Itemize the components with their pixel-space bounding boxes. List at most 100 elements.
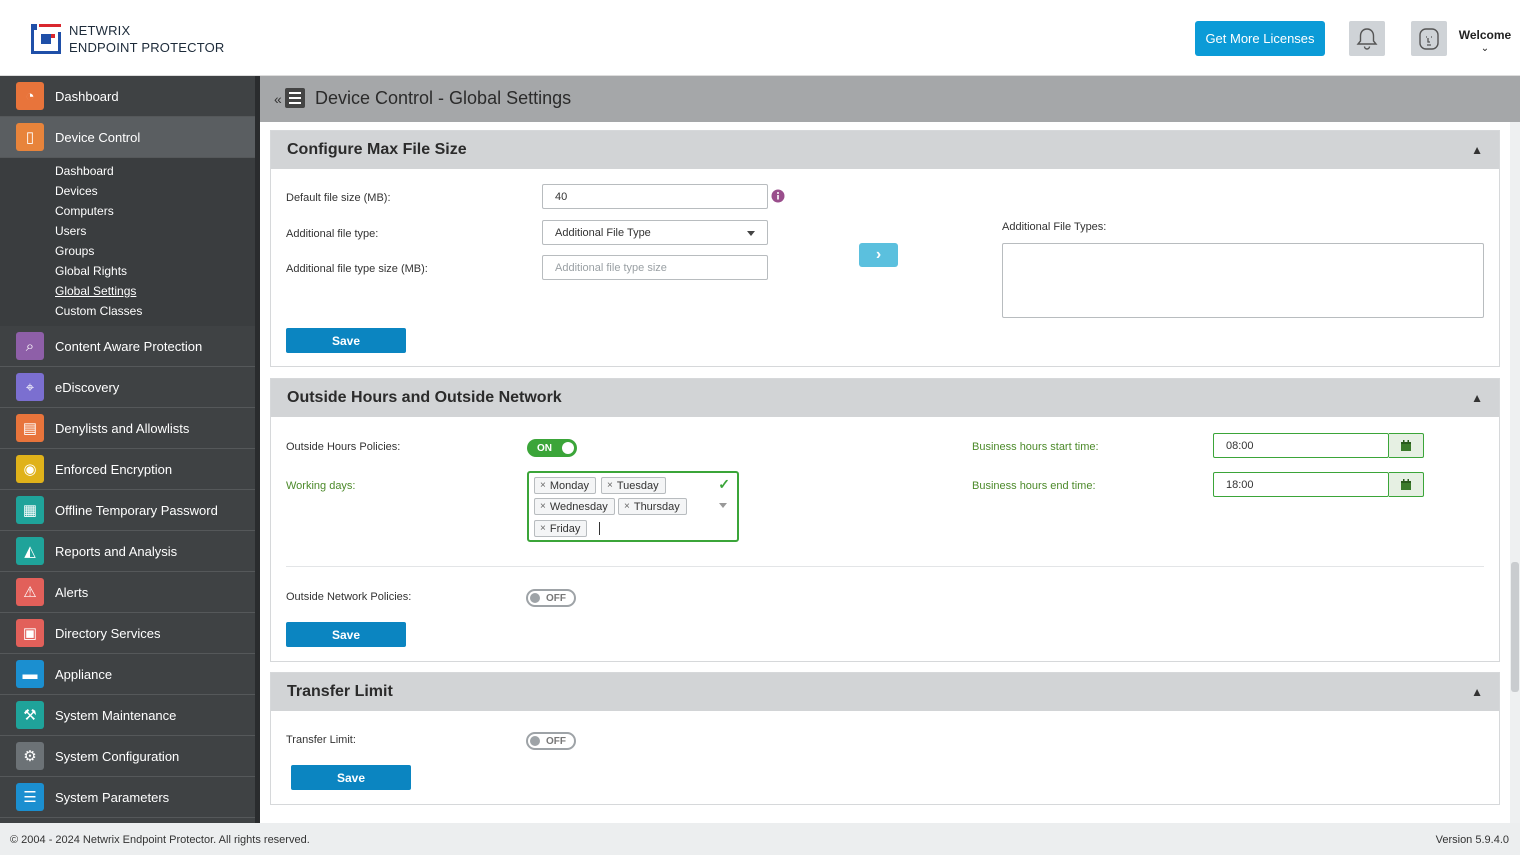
chevron-up-icon[interactable]: ▲: [1471, 391, 1483, 405]
sidebar-item-label: System Maintenance: [55, 707, 177, 723]
save-outside-hours-button[interactable]: Save: [286, 622, 406, 647]
sidebar-item-denylists-and-allowlists[interactable]: ▤ Denylists and Allowlists: [0, 408, 255, 449]
list-window-icon: ▤: [16, 414, 44, 442]
default-file-size-input[interactable]: 40: [542, 184, 768, 209]
toggle-state: OFF: [546, 735, 566, 747]
save-transfer-limit-button[interactable]: Save: [291, 765, 411, 790]
sidebar-item-alerts[interactable]: ⚠ Alerts: [0, 572, 255, 613]
outside-hours-toggle[interactable]: ON: [527, 439, 577, 457]
device-control-submenu: Dashboard Devices Computers Users Groups Glob…: [0, 158, 255, 326]
telescope-icon: ⌖: [16, 373, 44, 401]
sidebar-item-offline-temporary-password[interactable]: ▦ Offline Temporary Password: [0, 490, 255, 531]
outside-network-toggle[interactable]: OFF: [526, 589, 576, 607]
submenu-item-global-rights[interactable]: Global Rights: [0, 261, 255, 281]
usb-drive-icon: ▯: [16, 123, 44, 151]
max-file-size-panel: Configure Max File Size ▲ Default file s…: [270, 130, 1500, 367]
additional-file-type-size-placeholder: Additional file type size: [555, 261, 667, 274]
copyright: © 2004 - 2024 Netwrix Endpoint Protector…: [10, 834, 310, 846]
chevron-up-icon[interactable]: ▲: [1471, 143, 1483, 157]
calendar-icon: [1401, 439, 1411, 451]
info-icon[interactable]: [771, 189, 785, 203]
area-chart-icon: ◭: [16, 537, 44, 565]
max-file-size-header[interactable]: Configure Max File Size ▲: [271, 131, 1499, 169]
submenu-item-devices[interactable]: Devices: [0, 181, 255, 201]
working-day-tag[interactable]: × Tuesday: [601, 477, 666, 494]
text-cursor: [599, 522, 600, 535]
remove-icon[interactable]: ×: [540, 523, 546, 534]
welcome-menu[interactable]: Welcome ⌄: [1456, 28, 1514, 54]
additional-file-type-select[interactable]: Additional File Type: [542, 220, 768, 245]
transfer-limit-toggle[interactable]: OFF: [526, 732, 576, 750]
collapse-sidebar-icon[interactable]: «: [274, 91, 282, 107]
working-day-tag[interactable]: × Wednesday: [534, 498, 615, 515]
add-file-type-button[interactable]: ›: [859, 243, 898, 267]
end-time-value: 18:00: [1226, 478, 1254, 491]
working-days-select[interactable]: × Monday × Tuesday × Wednesday × Thursday × F…: [527, 471, 739, 542]
sidebar-item-system-maintenance[interactable]: ⚒ System Maintenance: [0, 695, 255, 736]
start-time-value: 08:00: [1226, 439, 1254, 452]
working-days-label: Working days:: [286, 480, 356, 492]
business-end-label: Business hours end time:: [972, 480, 1096, 492]
remove-icon[interactable]: ×: [607, 480, 613, 491]
sidebar-item-reports-and-analysis[interactable]: ◭ Reports and Analysis: [0, 531, 255, 572]
outside-hours-header[interactable]: Outside Hours and Outside Network ▲: [271, 379, 1499, 417]
sidebar-item-label: Reports and Analysis: [55, 543, 178, 559]
sidebar-item-system-configuration[interactable]: ⚙ System Configuration: [0, 736, 255, 777]
submenu-item-custom-classes[interactable]: Custom Classes: [0, 301, 255, 321]
panel-title: Configure Max File Size: [287, 141, 467, 158]
checklist-icon: ☰: [16, 783, 44, 811]
tag-label: Tuesday: [616, 479, 659, 492]
additional-file-types-list[interactable]: [1002, 243, 1484, 318]
content-scrollbar[interactable]: [1510, 122, 1520, 823]
sidebar-item-content-aware-protection[interactable]: ⌕ Content Aware Protection: [0, 326, 255, 367]
working-day-tag[interactable]: × Monday: [534, 477, 596, 494]
server-icon: ▬: [16, 660, 44, 688]
business-end-input[interactable]: 18:00: [1213, 472, 1389, 497]
sidebar-item-system-parameters[interactable]: ☰ System Parameters: [0, 777, 255, 818]
business-start-label: Business hours start time:: [972, 441, 1099, 453]
chevron-up-icon[interactable]: ▲: [1471, 685, 1483, 699]
sidebar-item-label: Alerts: [55, 584, 89, 600]
sidebar-item-ediscovery[interactable]: ⌖ eDiscovery: [0, 367, 255, 408]
check-icon: ✓: [718, 476, 730, 492]
dropdown-arrow-icon[interactable]: [719, 503, 727, 508]
sidebar-item-label: System Parameters: [55, 789, 170, 805]
save-max-file-size-button[interactable]: Save: [286, 328, 406, 353]
submenu-item-groups[interactable]: Groups: [0, 241, 255, 261]
additional-file-type-size-label: Additional file type size (MB):: [286, 263, 428, 275]
working-day-tag[interactable]: × Friday: [534, 520, 588, 537]
outside-hours-policies-label: Outside Hours Policies:: [286, 441, 401, 453]
end-time-calendar-button[interactable]: [1389, 472, 1424, 497]
remove-icon[interactable]: ×: [540, 501, 546, 512]
submenu-item-users[interactable]: Users: [0, 221, 255, 241]
avatar[interactable]: [1411, 21, 1447, 56]
menu-icon[interactable]: [285, 88, 305, 108]
netwrix-logo-icon: [31, 24, 61, 54]
sidebar-item-label: eDiscovery: [55, 379, 120, 395]
default-file-size-label: Default file size (MB):: [286, 192, 391, 204]
submenu-item-computers[interactable]: Computers: [0, 201, 255, 221]
business-start-input[interactable]: 08:00: [1213, 433, 1389, 458]
sidebar-item-enforced-encryption[interactable]: ◉ Enforced Encryption: [0, 449, 255, 490]
start-time-calendar-button[interactable]: [1389, 433, 1424, 458]
default-file-size-value: 40: [555, 190, 568, 203]
remove-icon[interactable]: ×: [624, 501, 630, 512]
additional-file-type-size-input[interactable]: Additional file type size: [542, 255, 768, 280]
sidebar-item-appliance[interactable]: ▬ Appliance: [0, 654, 255, 695]
sidebar-item-label: Device Control: [55, 129, 141, 145]
dropdown-arrow-icon: [747, 231, 755, 236]
submenu-item-dashboard[interactable]: Dashboard: [0, 161, 255, 181]
sidebar-item-device-control[interactable]: ▯ Device Control: [0, 117, 255, 158]
get-more-licenses-button[interactable]: Get More Licenses: [1195, 21, 1325, 56]
scrollbar-thumb[interactable]: [1511, 562, 1519, 692]
netwrix-logo[interactable]: NETWRIX ENDPOINT PROTECTOR: [31, 22, 225, 56]
remove-icon[interactable]: ×: [540, 480, 546, 491]
sidebar-item-directory-services[interactable]: ▣ Directory Services: [0, 613, 255, 654]
submenu-item-global-settings[interactable]: Global Settings: [0, 281, 255, 301]
sidebar-item-dashboard[interactable]: ◔ Dashboard: [0, 76, 255, 117]
transfer-limit-header[interactable]: Transfer Limit ▲: [271, 673, 1499, 711]
panel-title: Transfer Limit: [287, 683, 393, 700]
notifications-button[interactable]: [1349, 21, 1385, 56]
working-day-tag[interactable]: × Thursday: [618, 498, 687, 515]
tools-icon: ⚒: [16, 701, 44, 729]
